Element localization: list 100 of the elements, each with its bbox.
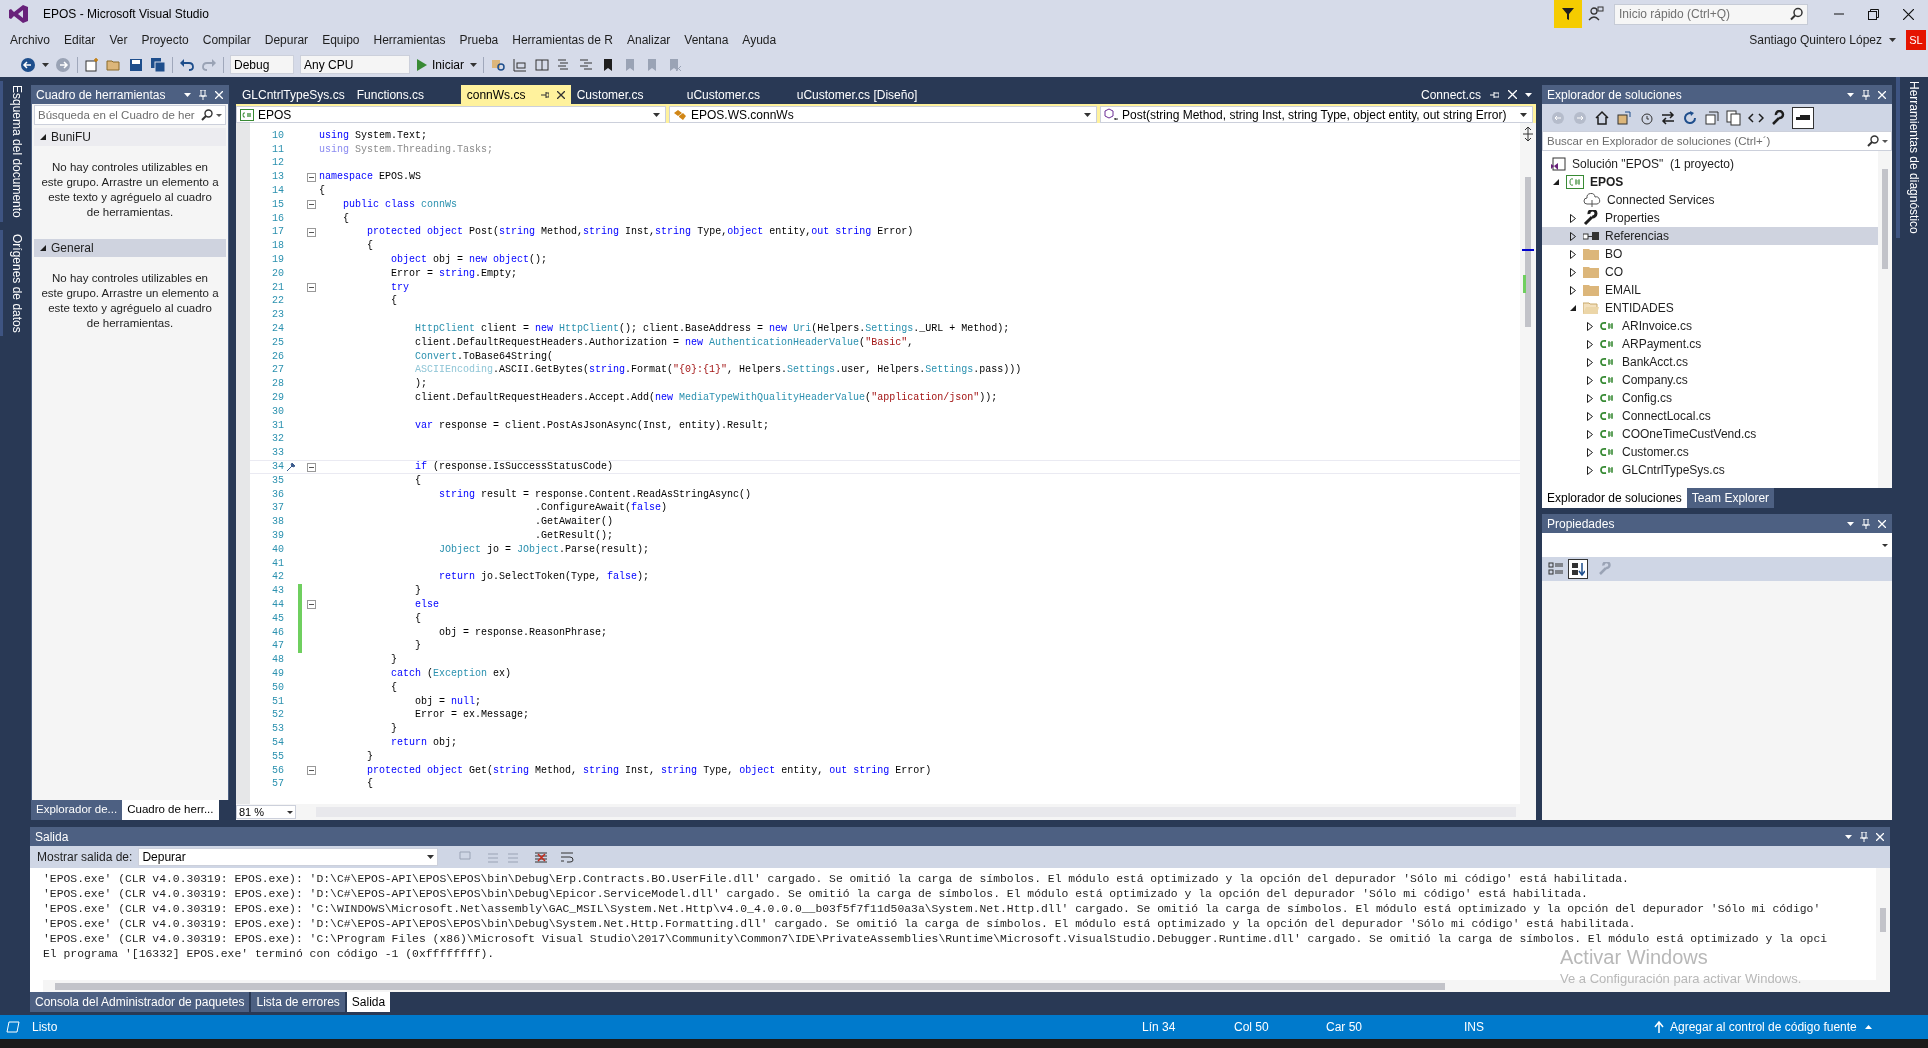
columns-icon[interactable] bbox=[534, 56, 550, 73]
collapsed-triangle-icon[interactable] bbox=[1587, 411, 1593, 421]
menu-item[interactable]: Archivo bbox=[3, 31, 57, 49]
tree-item[interactable]: Referencias bbox=[1542, 227, 1878, 245]
scrollbar[interactable] bbox=[1878, 151, 1892, 488]
uncomment-lines-icon[interactable] bbox=[578, 56, 594, 73]
expanded-triangle-icon[interactable] bbox=[1570, 305, 1576, 311]
panel-tab[interactable]: Lista de errores bbox=[251, 992, 345, 1012]
tree-item[interactable]: COOneTimeCustVend.cs bbox=[1542, 425, 1878, 443]
collapsed-triangle-icon[interactable] bbox=[1570, 231, 1576, 241]
collapsed-triangle-icon[interactable] bbox=[1570, 285, 1576, 295]
collapse-icon[interactable] bbox=[306, 462, 316, 472]
panel-tab[interactable]: Cuadro de herr... bbox=[122, 800, 219, 820]
back-icon[interactable] bbox=[20, 56, 36, 73]
menu-item[interactable]: Ayuda bbox=[735, 31, 784, 49]
tree-item[interactable]: Solución "EPOS" (1 proyecto) bbox=[1542, 155, 1878, 173]
tree-item[interactable]: Connected Services bbox=[1542, 191, 1878, 209]
dropdown-caret-icon[interactable] bbox=[1084, 112, 1091, 117]
tree-item[interactable]: Properties bbox=[1542, 209, 1878, 227]
collapsed-triangle-icon[interactable] bbox=[1570, 249, 1576, 259]
dropdown-caret-icon[interactable] bbox=[1847, 92, 1854, 97]
platform-dropdown[interactable]: Any CPU bbox=[300, 55, 410, 74]
menu-item[interactable]: Ver bbox=[102, 31, 135, 49]
collapsed-triangle-icon[interactable] bbox=[1587, 447, 1593, 457]
menu-item[interactable]: Analizar bbox=[619, 31, 678, 49]
preview-toggle-button[interactable] bbox=[1792, 106, 1814, 129]
tree-item[interactable]: CO bbox=[1542, 263, 1878, 281]
panel-tab[interactable]: Consola del Administrador de paquetes bbox=[30, 992, 250, 1012]
new-project-icon[interactable] bbox=[84, 56, 100, 73]
close-icon[interactable] bbox=[1903, 8, 1914, 20]
collapse-icon[interactable] bbox=[306, 766, 316, 776]
tree-item[interactable]: BO bbox=[1542, 245, 1878, 263]
editor-tab[interactable]: GLCntrlTypeSys.cs bbox=[236, 85, 351, 104]
collapsed-triangle-icon[interactable] bbox=[1587, 429, 1593, 439]
scrollbar[interactable] bbox=[1876, 868, 1890, 992]
collapsed-triangle-icon[interactable] bbox=[1570, 213, 1576, 223]
word-wrap-icon[interactable] bbox=[560, 850, 575, 864]
source-control-button[interactable]: Agregar al control de código fuente bbox=[1670, 1018, 1857, 1036]
account-name[interactable]: Santiago Quintero López bbox=[1749, 31, 1882, 49]
tree-item[interactable]: ARPayment.cs bbox=[1542, 335, 1878, 353]
collapsed-triangle-icon[interactable] bbox=[1587, 393, 1593, 403]
side-tab[interactable]: Herramientas de diagnóstico bbox=[1895, 77, 1928, 238]
clear-all-icon[interactable] bbox=[534, 850, 549, 864]
preview-tab[interactable]: Connect.cs bbox=[1420, 85, 1481, 104]
wrench-icon[interactable] bbox=[1770, 109, 1786, 126]
collapsed-triangle-icon[interactable] bbox=[1587, 375, 1593, 385]
account-avatar[interactable]: SL bbox=[1906, 30, 1926, 50]
tree-item[interactable]: Company.cs bbox=[1542, 371, 1878, 389]
dropdown-caret-icon[interactable] bbox=[470, 62, 477, 67]
home-icon[interactable] bbox=[1594, 109, 1610, 126]
collapsed-triangle-icon[interactable] bbox=[1587, 465, 1593, 475]
collapsed-triangle-icon[interactable] bbox=[1587, 339, 1593, 349]
panel-tab[interactable]: Explorador de... bbox=[31, 800, 123, 820]
maximize-icon[interactable] bbox=[1868, 8, 1879, 20]
menu-item[interactable]: Equipo bbox=[315, 31, 367, 49]
alphabetical-button[interactable] bbox=[1568, 559, 1588, 579]
collapse-icon[interactable] bbox=[306, 172, 316, 182]
zoom-dropdown[interactable]: 81 % bbox=[236, 805, 296, 819]
menu-item[interactable]: Herramientas bbox=[366, 31, 453, 49]
tree-item[interactable]: Config.cs bbox=[1542, 389, 1878, 407]
save-icon[interactable] bbox=[128, 56, 144, 73]
panel-tab[interactable]: Explorador de soluciones bbox=[1542, 488, 1687, 508]
dropdown-caret-icon[interactable] bbox=[42, 62, 49, 67]
keep-open-icon[interactable] bbox=[1490, 90, 1499, 99]
quick-launch-field[interactable]: Inicio rápido (Ctrl+Q) bbox=[1614, 3, 1808, 25]
tree-item[interactable]: GLCntrlTypeSys.cs bbox=[1542, 461, 1878, 479]
expanded-triangle-icon[interactable] bbox=[1553, 179, 1559, 185]
collapse-icon[interactable] bbox=[306, 283, 316, 293]
sync-view-icon[interactable] bbox=[1616, 109, 1632, 126]
dropdown-caret-icon[interactable] bbox=[1882, 140, 1888, 143]
tree-item[interactable]: ARInvoice.cs bbox=[1542, 317, 1878, 335]
pin-icon[interactable] bbox=[540, 90, 549, 99]
collapsed-triangle-icon[interactable] bbox=[1570, 267, 1576, 277]
editor-tab[interactable]: Functions.cs bbox=[350, 85, 461, 104]
menu-item[interactable]: Editar bbox=[57, 31, 103, 49]
play-icon[interactable] bbox=[416, 58, 428, 71]
menu-item[interactable]: Herramientas de R bbox=[505, 31, 620, 49]
close-icon[interactable] bbox=[556, 90, 565, 99]
dropdown-caret-icon[interactable] bbox=[1520, 112, 1527, 117]
menu-item[interactable]: Compilar bbox=[195, 31, 258, 49]
dropdown-caret-icon[interactable] bbox=[653, 112, 660, 117]
member-dropdown[interactable]: Post(string Method, string Inst, string Type, object entity, out string Error) bbox=[1100, 106, 1533, 123]
search-field[interactable]: Buscar en Explorador de soluciones (Ctrl+´) bbox=[1542, 131, 1892, 151]
project-dropdown[interactable]: EPOS bbox=[236, 106, 666, 123]
dropdown-caret-icon[interactable] bbox=[184, 92, 191, 97]
start-button[interactable]: Iniciar bbox=[432, 55, 464, 74]
collapsed-triangle-icon[interactable] bbox=[1587, 321, 1593, 331]
categorized-icon[interactable] bbox=[1548, 561, 1564, 577]
dropdown-caret-icon[interactable] bbox=[1525, 92, 1532, 97]
tree-item[interactable]: EMAIL bbox=[1542, 281, 1878, 299]
tree-item[interactable]: BankAcct.cs bbox=[1542, 353, 1878, 371]
menu-item[interactable]: Ventana bbox=[677, 31, 736, 49]
panel-tab[interactable]: Salida bbox=[346, 992, 391, 1012]
editor-tab[interactable]: Customer.cs bbox=[570, 85, 681, 104]
tree-item[interactable]: EPOS bbox=[1542, 173, 1878, 191]
editor-tab[interactable]: connWs.cs bbox=[460, 85, 571, 104]
search-field[interactable]: Búsqueda en el Cuadro de her bbox=[34, 105, 226, 125]
tree-item[interactable]: Customer.cs bbox=[1542, 443, 1878, 461]
collapse-icon[interactable] bbox=[306, 227, 316, 237]
editor-tab[interactable]: uCustomer.cs [Diseño] bbox=[790, 85, 924, 104]
